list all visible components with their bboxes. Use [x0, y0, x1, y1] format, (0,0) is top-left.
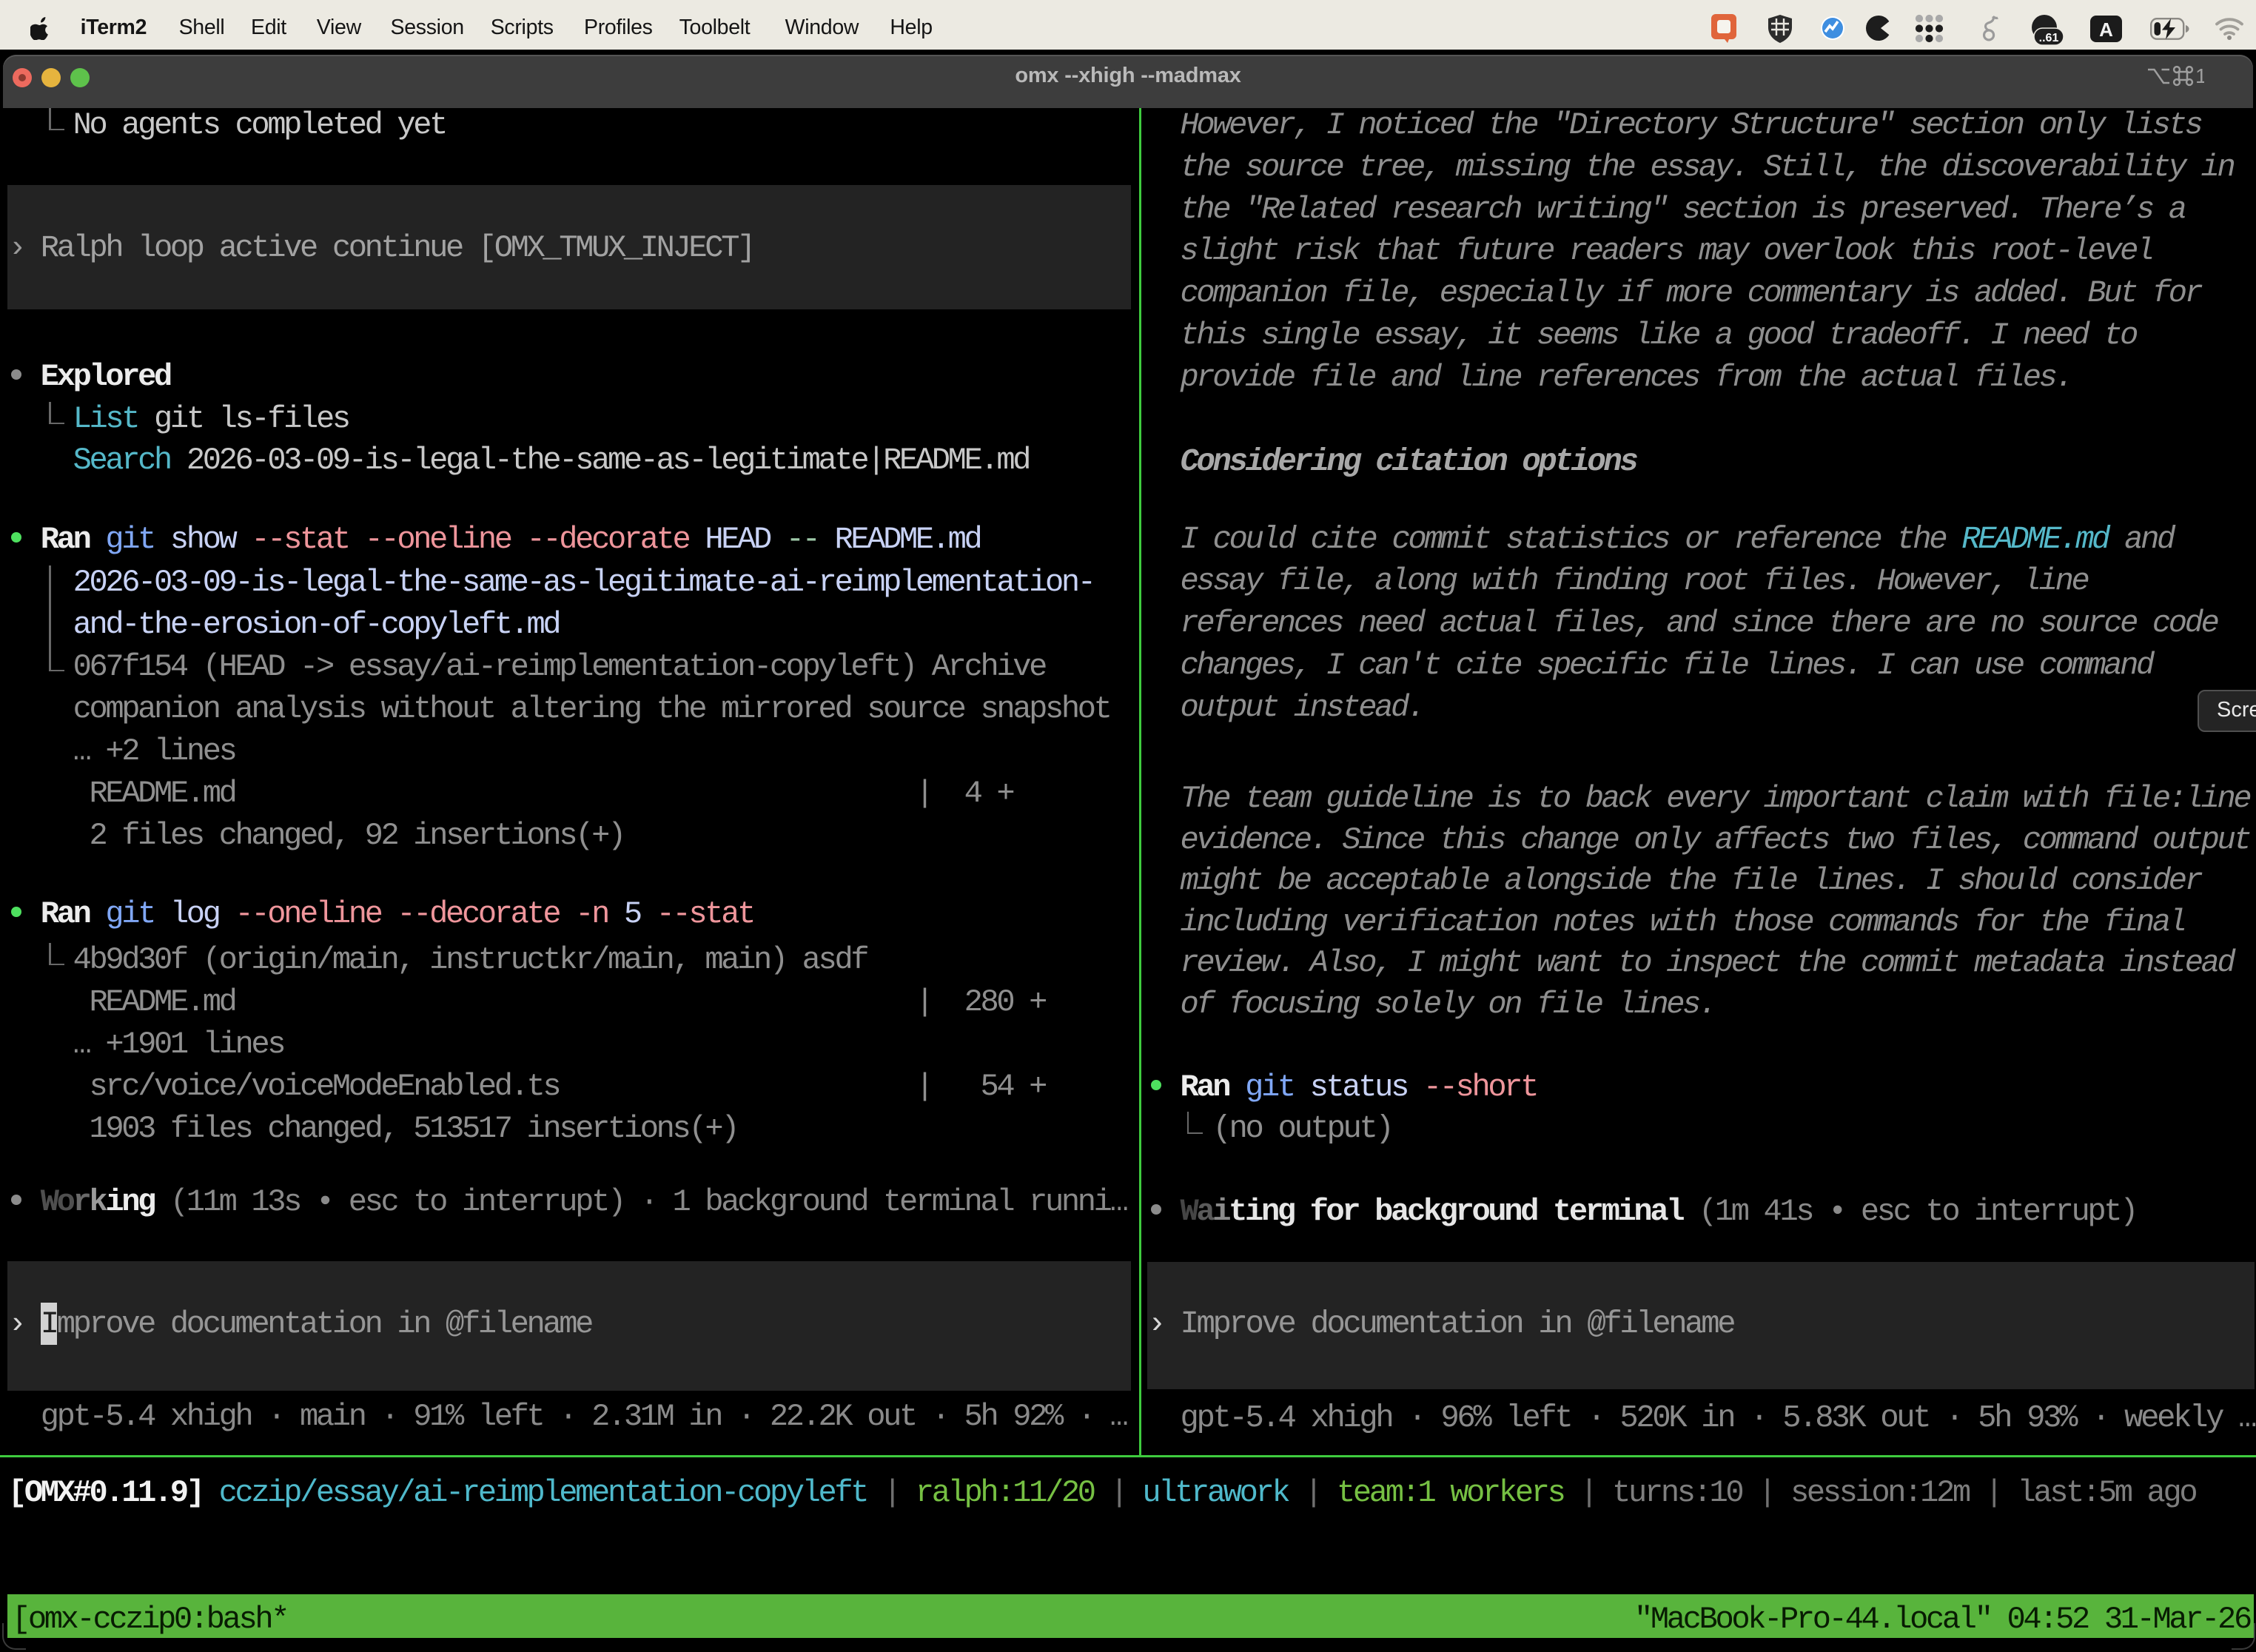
- svg-text:..61: ..61: [2039, 32, 2059, 44]
- svg-text:1: 1: [2195, 64, 2204, 87]
